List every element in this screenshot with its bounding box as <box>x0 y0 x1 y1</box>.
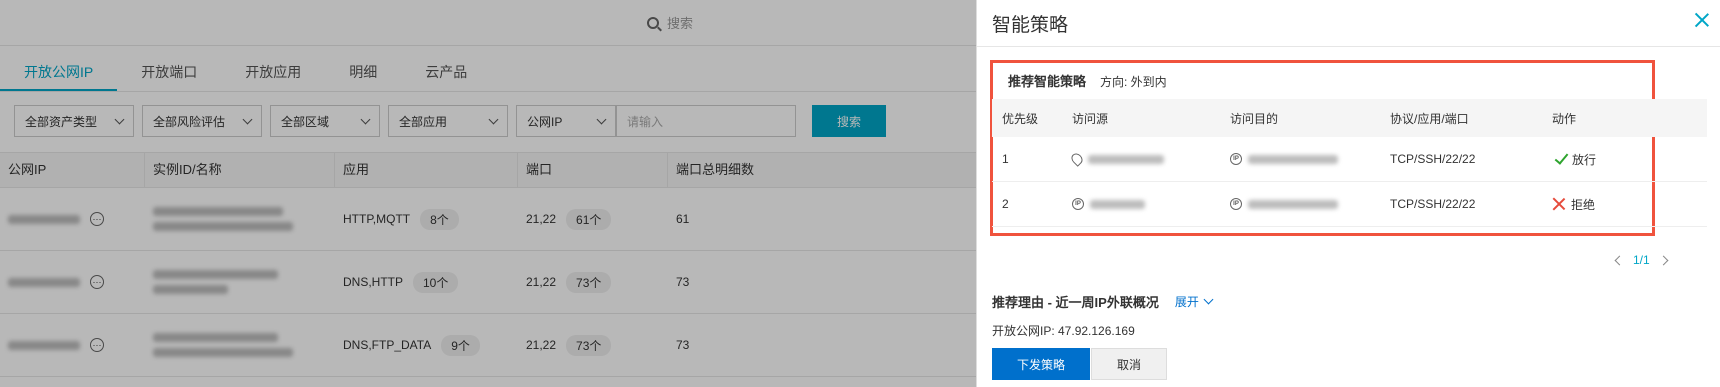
cancel-button[interactable]: 取消 <box>1091 348 1167 380</box>
submit-policy-button[interactable]: 下发策略 <box>992 348 1090 380</box>
redacted-destination <box>1248 199 1338 209</box>
close-icon[interactable] <box>1692 10 1712 30</box>
open-public-ip: 开放公网IP: 47.92.126.169 <box>992 324 1135 338</box>
smart-policy-drawer: 智能策略 推荐智能策略 方向: 外到内 优先级 访问源 访问目的 协议/应用/端… <box>976 0 1720 387</box>
action-buttons: 下发策略 取消 <box>992 348 1167 380</box>
policy-row: 1 IP TCP/SSH/22/22 放行 <box>992 137 1707 182</box>
chevron-right-icon[interactable] <box>1658 255 1669 265</box>
ip-icon: IP <box>1230 198 1242 210</box>
policy-row: 2 IP IP TCP/SSH/22/22 拒绝 <box>992 182 1707 227</box>
chevron-down-icon <box>1203 294 1214 305</box>
reason-section: 推荐理由 - 近一周IP外联概况 展开 <box>992 292 1214 311</box>
cross-icon <box>1552 197 1566 211</box>
policy-table-header: 优先级 访问源 访问目的 协议/应用/端口 动作 <box>992 99 1707 137</box>
divider <box>977 46 1720 47</box>
modal-overlay[interactable] <box>0 0 980 387</box>
drawer-title: 智能策略 <box>992 15 1069 36</box>
location-pin-icon <box>1069 151 1085 167</box>
pagination: 1/1 <box>1614 253 1669 267</box>
ip-icon: IP <box>1230 153 1242 165</box>
check-icon <box>1554 149 1569 165</box>
section-title: 推荐智能策略 <box>1008 74 1087 89</box>
chevron-left-icon[interactable] <box>1614 255 1625 265</box>
expand-link[interactable]: 展开 <box>1175 293 1214 310</box>
redacted-source <box>1090 199 1145 209</box>
redacted-destination <box>1248 154 1338 164</box>
ip-icon: IP <box>1072 198 1084 210</box>
page-indicator: 1/1 <box>1633 253 1650 267</box>
reason-title: 推荐理由 - 近一周IP外联概况 <box>992 295 1159 310</box>
direction-label: 方向: 外到内 <box>1100 75 1167 89</box>
policy-table: 优先级 访问源 访问目的 协议/应用/端口 动作 1 IP TCP/SSH/22… <box>992 99 1707 227</box>
redacted-source <box>1088 154 1164 164</box>
